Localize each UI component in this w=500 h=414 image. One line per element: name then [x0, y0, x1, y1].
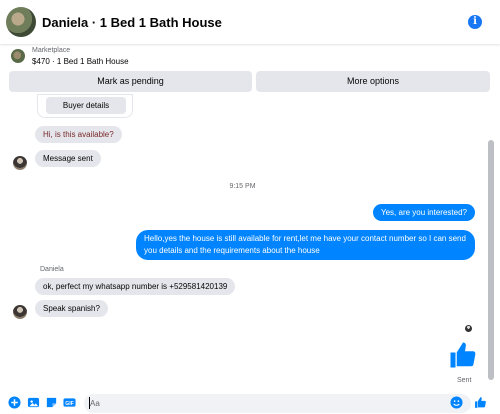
message-input[interactable]: Aa: [84, 394, 471, 413]
contact-avatar-small[interactable]: [13, 305, 27, 319]
chat-header: Daniela · 1 Bed 1 Bath House i: [0, 0, 500, 44]
listing-price-title: $470 · 1 Bed 1 Bath House: [32, 57, 129, 66]
scrollbar[interactable]: [488, 140, 494, 380]
composer-bar: GIF Aa: [0, 393, 500, 414]
buyer-details-button[interactable]: Buyer details: [46, 97, 126, 114]
photo-icon[interactable]: [27, 396, 40, 409]
chat-title[interactable]: Daniela · 1 Bed 1 Bath House: [42, 15, 222, 30]
message-bubble: Hello,yes the house is still available f…: [136, 230, 475, 260]
message-bubble: ok, perfect my whatsapp number is +52958…: [35, 278, 236, 295]
sender-name: Daniela: [40, 266, 64, 273]
plus-icon[interactable]: [8, 396, 21, 409]
marketplace-listing[interactable]: Marketplace $470 · 1 Bed 1 Bath House: [0, 45, 500, 69]
buyer-card: Buyer details: [37, 94, 133, 118]
svg-text:GIF: GIF: [65, 401, 74, 407]
thumbs-up-icon: [450, 342, 476, 368]
emoji-icon[interactable]: [450, 396, 463, 409]
gif-icon[interactable]: GIF: [63, 396, 76, 409]
marketplace-label: Marketplace: [32, 47, 71, 54]
timestamp: 9:15 PM: [229, 183, 256, 190]
like-icon[interactable]: [474, 396, 487, 409]
listing-thumbnail: [11, 49, 25, 63]
info-icon[interactable]: i: [468, 15, 482, 29]
message-bubble: Yes, are you interested?: [373, 204, 475, 221]
more-options-button[interactable]: More options: [256, 71, 490, 92]
message-bubble: Message sent: [35, 150, 101, 167]
mark-as-pending-button[interactable]: Mark as pending: [9, 71, 252, 92]
text-cursor: [89, 397, 90, 409]
message-bubble: Speak spanish?: [35, 300, 108, 317]
sticker-icon[interactable]: [45, 396, 58, 409]
message-list: Buyer details Hi, is this available? Mes…: [0, 94, 500, 390]
seen-avatar: [465, 325, 472, 332]
message-bubble: Hi, is this available?: [35, 126, 122, 143]
contact-avatar-small[interactable]: [13, 156, 27, 170]
contact-avatar[interactable]: [6, 7, 36, 37]
sent-status: Sent: [457, 377, 472, 384]
